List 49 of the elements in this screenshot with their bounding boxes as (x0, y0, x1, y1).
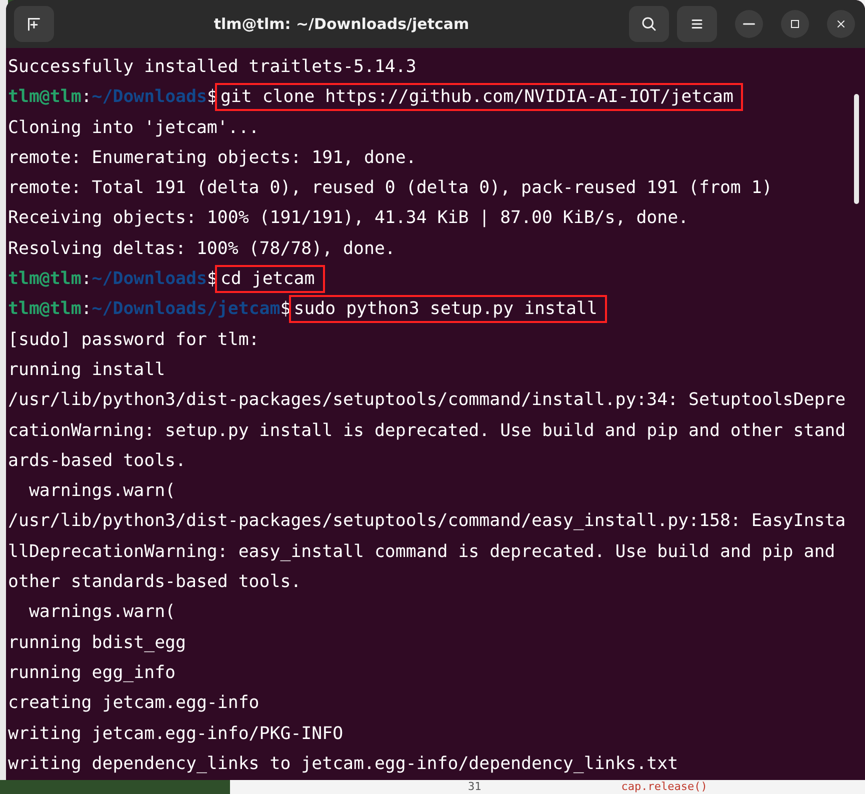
output-line: warnings.warn( (28, 481, 176, 502)
new-tab-icon (25, 15, 43, 33)
prompt-colon: : (81, 269, 92, 290)
prompt-path: ~/Downloads/jetcam (92, 299, 280, 320)
output-line: Cloning into 'jetcam'... (8, 118, 260, 138)
output-line: warnings.warn( (28, 602, 176, 622)
close-icon (835, 18, 847, 30)
output-line: [sudo] password for tlm: (8, 330, 260, 350)
output-line: Successfully installed traitlets-5.14.3 (8, 57, 416, 77)
prompt-colon: : (81, 299, 92, 320)
output-line: Resolving deltas: 100% (78/78), done. (8, 238, 396, 259)
highlighted-command: git clone https://github.com/NVIDIA-AI-IOT/jetcam (217, 85, 742, 110)
window-title: tlm@tlm: ~/Downloads/jetcam (212, 15, 470, 33)
output-line: cationWarning: setup.py install is deprecated. Use build and pip and other stand (8, 420, 846, 441)
output-line: writing jetcam.egg-info/PKG-INFO (8, 724, 344, 744)
menu-button[interactable] (677, 6, 717, 42)
prompt-user: tlm@tlm (8, 299, 82, 320)
maximize-button[interactable] (781, 10, 809, 38)
output-line: /usr/lib/python3/dist-packages/setuptools/command/install.py:34: SetuptoolsDepre (8, 390, 846, 410)
output-line: creating jetcam.egg-info (8, 693, 260, 714)
output-line: remote: Total 191 (delta 0), reused 0 (delta 0), pack-reused 191 (from 1) (8, 178, 772, 198)
highlighted-command: cd jetcam (217, 267, 323, 292)
search-button[interactable] (629, 6, 669, 42)
output-line: writing dependency_links to jetcam.egg-info/dependency_links.txt (8, 754, 678, 774)
minimize-button[interactable] (735, 10, 763, 38)
new-tab-button[interactable] (14, 6, 54, 42)
close-button[interactable] (827, 10, 855, 38)
prompt-path: ~/Downloads (92, 269, 207, 290)
output-line: /usr/lib/python3/dist-packages/setuptools/command/easy_install.py:158: EasyInsta (8, 511, 846, 532)
output-line: other standards-based tools. (8, 572, 302, 592)
prompt-user: tlm@tlm (8, 269, 82, 290)
code-line: cap.release() (621, 780, 708, 793)
output-line: ards-based tools. (8, 450, 186, 471)
minimize-icon (743, 23, 755, 25)
maximize-icon (789, 18, 801, 30)
output-line: llDeprecationWarning: easy_install command is deprecated. Use build and pip and (8, 542, 836, 562)
line-number: 31 (468, 780, 482, 793)
output-line: running egg_info (8, 662, 176, 683)
prompt-sign: $ (280, 299, 291, 320)
prompt-user: tlm@tlm (8, 87, 82, 108)
scrollbar[interactable] (854, 94, 859, 204)
output-line: remote: Enumerating objects: 191, done. (8, 148, 416, 168)
highlighted-command: sudo python3 setup.py install (290, 297, 606, 322)
prompt-colon: : (81, 87, 92, 108)
output-line: running bdist_egg (8, 632, 186, 653)
prompt-path: ~/Downloads (92, 87, 207, 108)
output-line: running install (8, 360, 166, 380)
output-line: Receiving objects: 100% (191/191), 41.34 KiB | 87.00 KiB/s, done. (8, 208, 689, 228)
search-icon (640, 15, 658, 33)
